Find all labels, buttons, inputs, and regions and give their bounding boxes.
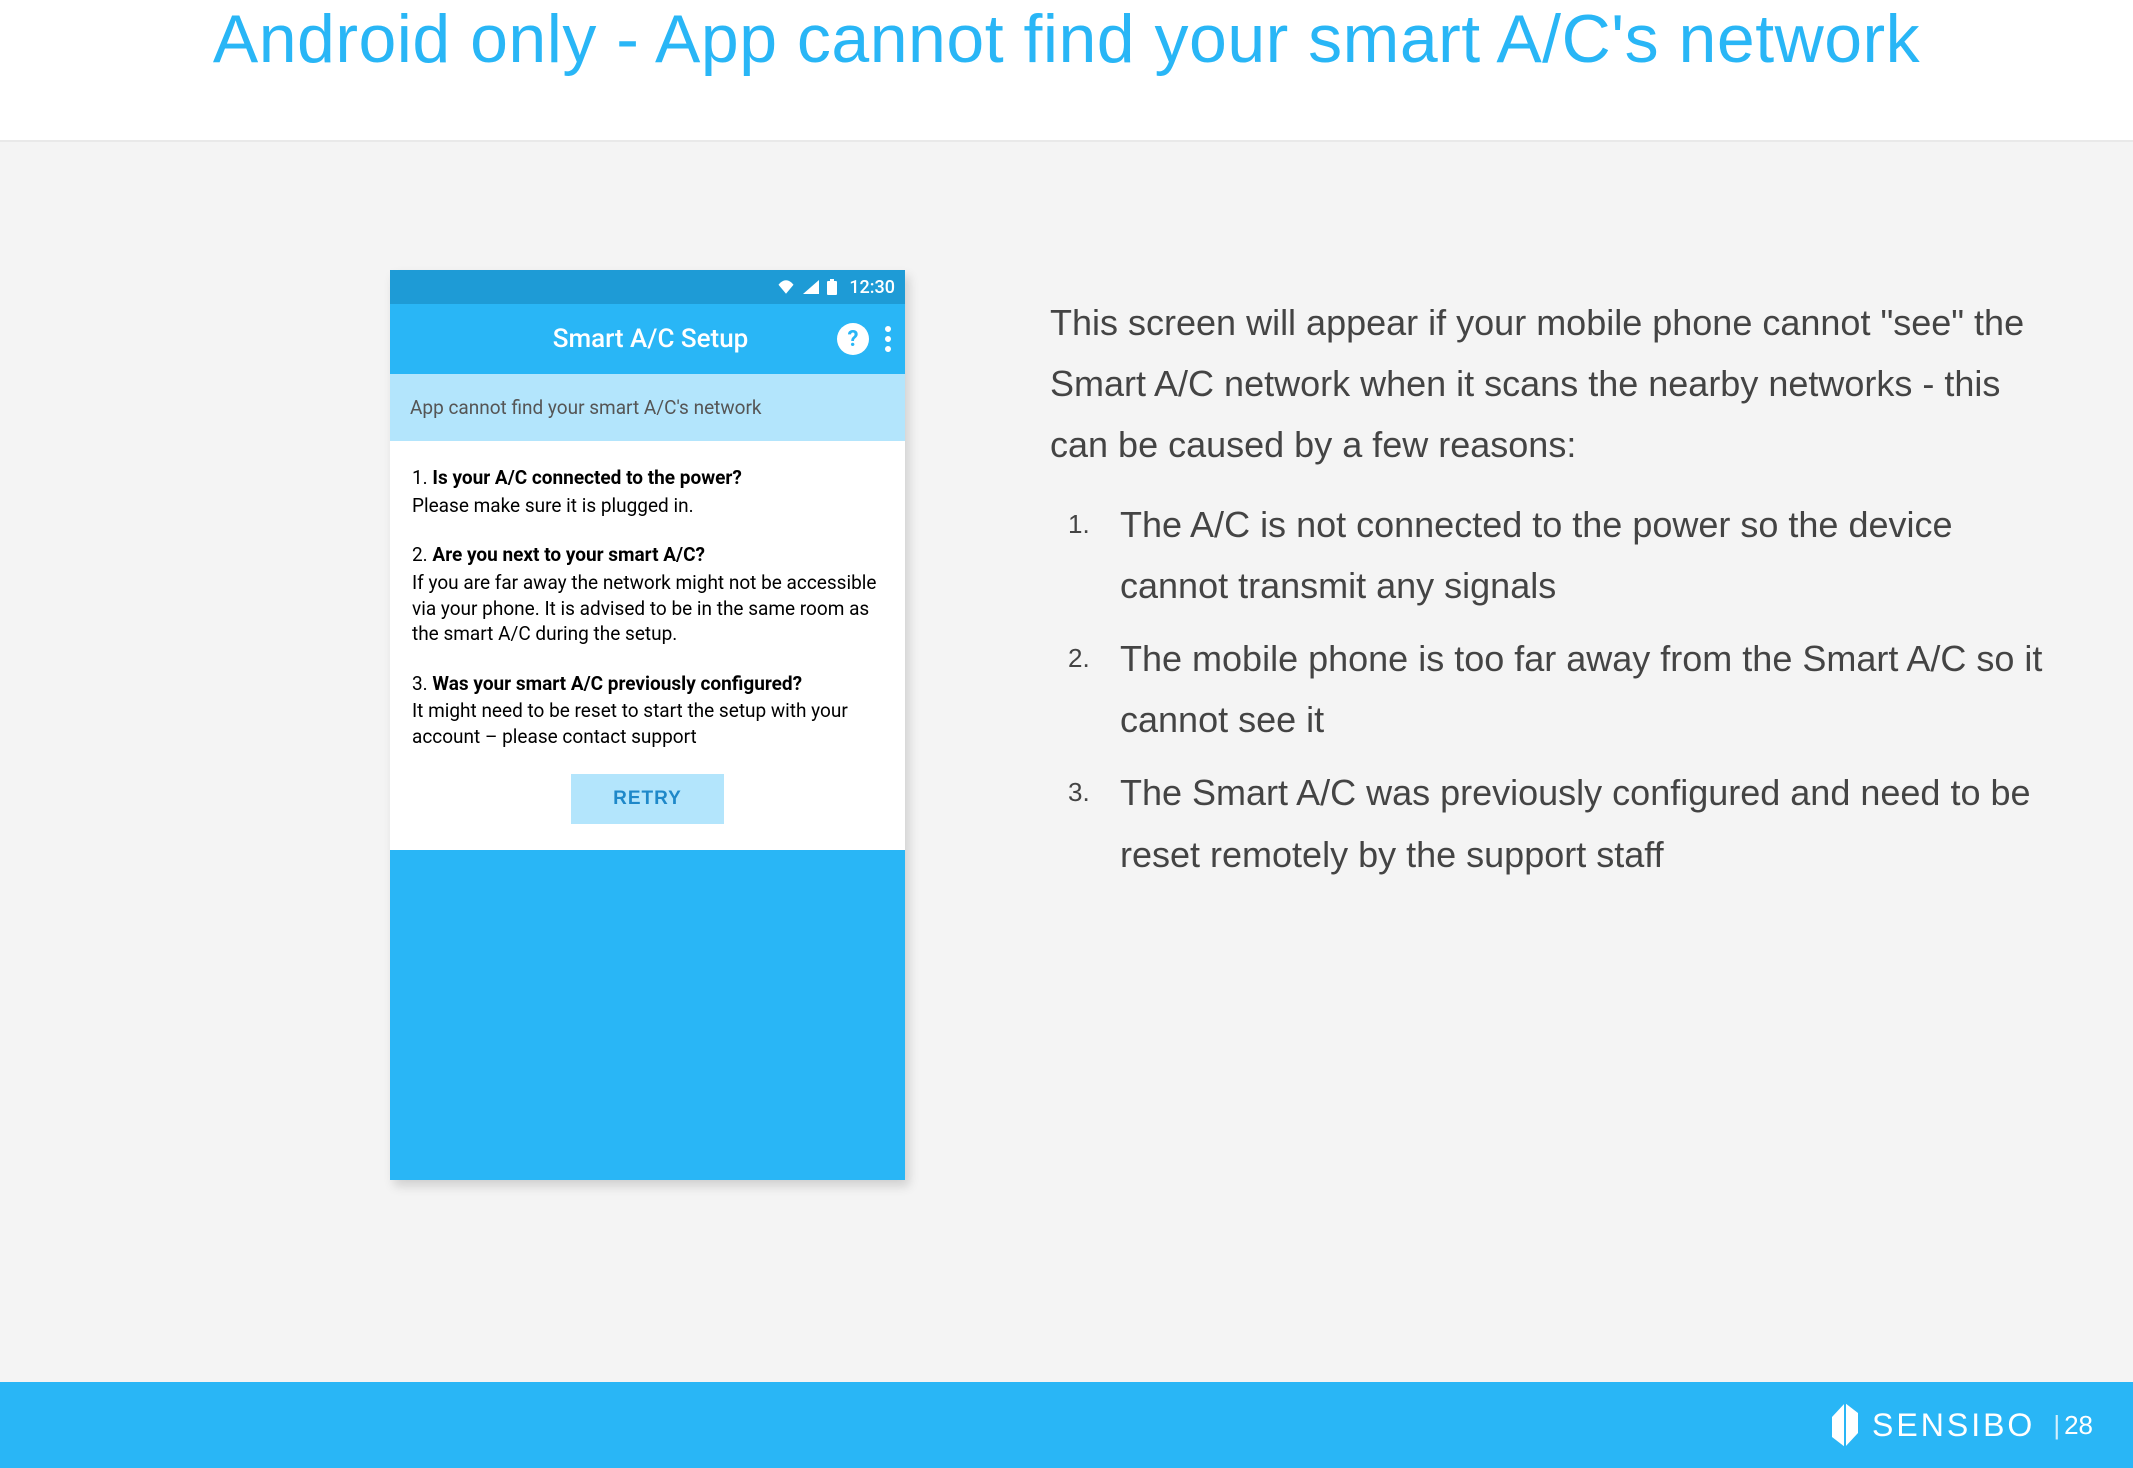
phone-background-fill: [390, 850, 905, 1180]
reason-item: The Smart A/C was previously configured …: [1120, 762, 2050, 884]
error-banner: App cannot find your smart A/C's network: [390, 374, 905, 441]
tip-body: It might need to be reset to start the s…: [412, 698, 883, 749]
battery-icon: [827, 279, 837, 295]
tip-question: Is your A/C connected to the power?: [432, 466, 741, 489]
slide-footer: SENSIBO |28: [0, 1382, 2133, 1468]
tip-number: 3.: [412, 672, 428, 695]
reason-item: The mobile phone is too far away from th…: [1120, 628, 2050, 750]
app-bar: Smart A/C Setup ?: [390, 304, 905, 374]
retry-button[interactable]: RETRY: [571, 774, 724, 824]
wifi-icon: [777, 280, 795, 294]
brand: SENSIBO: [1830, 1403, 2035, 1447]
tip-body: If you are far away the network might no…: [412, 570, 883, 647]
slide: Android only - App cannot find your smar…: [0, 0, 2133, 1468]
status-clock: 12:30: [849, 277, 895, 298]
help-icon[interactable]: ?: [837, 323, 869, 355]
slide-body: 12:30 Smart A/C Setup ? App cannot find …: [0, 142, 2133, 1382]
app-bar-title: Smart A/C Setup: [404, 324, 837, 354]
slide-title: Android only - App cannot find your smar…: [213, 0, 1920, 78]
sensibo-logo-icon: [1830, 1403, 1860, 1447]
page-number: |28: [2053, 1410, 2093, 1441]
reason-item: The A/C is not connected to the power so…: [1120, 494, 2050, 616]
signal-icon: [803, 280, 819, 294]
android-status-bar: 12:30: [390, 270, 905, 304]
tip-item: 3. Was your smart A/C previously configu…: [412, 671, 883, 750]
description-column: This screen will appear if your mobile p…: [1050, 292, 2050, 897]
title-bar: Android only - App cannot find your smar…: [0, 0, 2133, 142]
tips-card: 1. Is your A/C connected to the power? P…: [390, 441, 905, 850]
tip-item: 2. Are you next to your smart A/C? If yo…: [412, 542, 883, 647]
tip-question: Was your smart A/C previously configured…: [432, 672, 802, 695]
phone-screenshot: 12:30 Smart A/C Setup ? App cannot find …: [390, 270, 905, 1180]
tip-number: 2.: [412, 543, 428, 566]
overflow-menu-icon[interactable]: [885, 326, 891, 352]
reasons-list: The A/C is not connected to the power so…: [1050, 494, 2050, 885]
tip-body: Please make sure it is plugged in.: [412, 493, 883, 519]
brand-name: SENSIBO: [1872, 1407, 2035, 1444]
tip-number: 1.: [412, 466, 428, 489]
tip-item: 1. Is your A/C connected to the power? P…: [412, 465, 883, 518]
tip-question: Are you next to your smart A/C?: [432, 543, 705, 566]
description-intro: This screen will appear if your mobile p…: [1050, 292, 2050, 476]
